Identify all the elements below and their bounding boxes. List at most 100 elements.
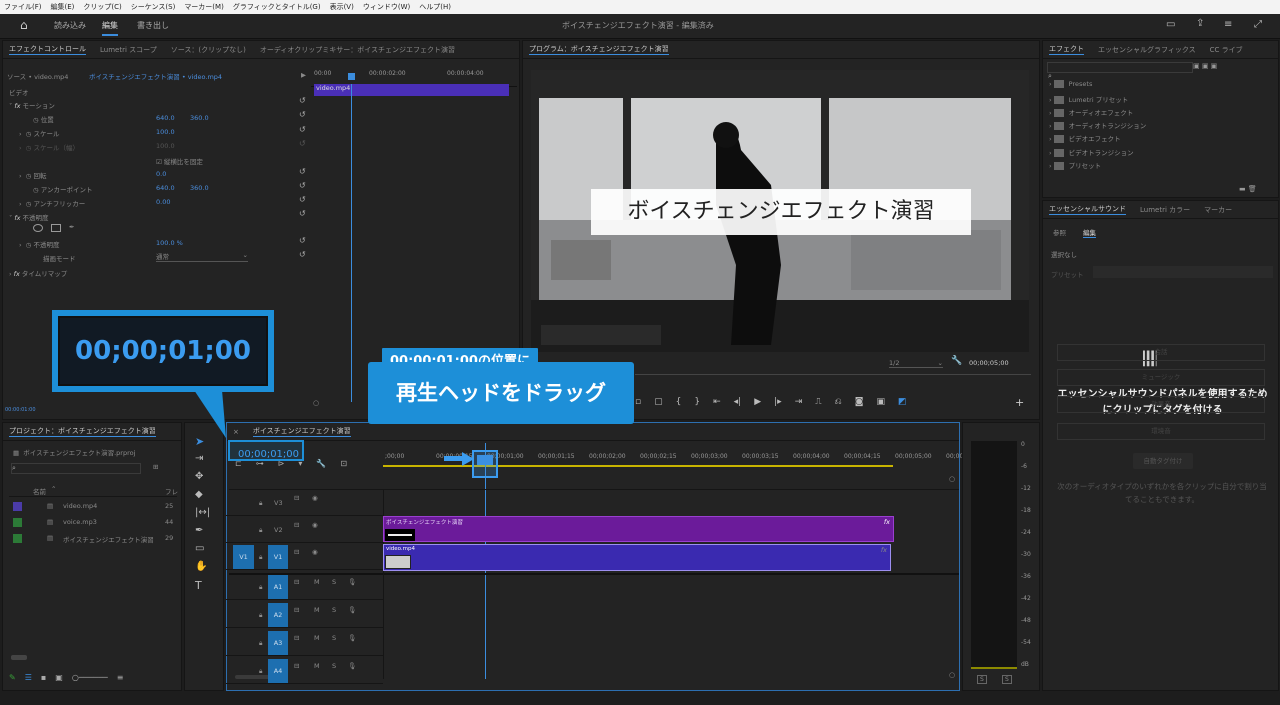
new-item-icon[interactable]: ⊞: [153, 463, 158, 471]
project-item[interactable]: ▤ ボイスチェンジエフェクト演習 29: [9, 531, 177, 547]
sync-lock-icon[interactable]: ⊟: [294, 634, 299, 642]
sort-ascending-icon[interactable]: ⌃: [51, 485, 56, 493]
pencil-icon[interactable]: ✎: [9, 673, 16, 682]
tab-project[interactable]: プロジェクト：ボイスチェンジエフェクト演習: [9, 426, 156, 437]
rectangle-tool-icon[interactable]: ▭: [195, 543, 204, 554]
menu-help[interactable]: ヘルプ(H): [419, 2, 451, 12]
pen-tool-icon[interactable]: ✒: [195, 525, 203, 536]
fullscreen-icon[interactable]: ▭: [1166, 19, 1175, 30]
mute-button[interactable]: M: [314, 634, 320, 642]
effects-item[interactable]: › オーディオエフェクト: [1049, 107, 1133, 117]
scale-row[interactable]: › ◷ スケール: [19, 128, 59, 138]
reset-icon[interactable]: ↺: [299, 167, 306, 176]
tab-cc-libraries[interactable]: CC ライブ: [1210, 45, 1243, 55]
rotation-value[interactable]: 0.0: [156, 170, 166, 178]
tab-import[interactable]: 読み込み: [54, 20, 86, 31]
blend-mode-select[interactable]: 通常 ⌄: [156, 251, 248, 262]
microphone-icon[interactable]: 🎙︎: [348, 662, 356, 670]
microphone-icon[interactable]: 🎙︎: [348, 634, 356, 642]
effects-item[interactable]: › ビデオエフェクト: [1049, 133, 1121, 143]
track-select-tool-icon[interactable]: ⇥: [195, 453, 203, 464]
vertical-zoom-icon[interactable]: ○: [949, 475, 955, 483]
scroll-handle-icon[interactable]: ○: [313, 399, 319, 407]
settings-wrench-icon[interactable]: 🔧: [951, 356, 962, 366]
time-remap-row[interactable]: › fx タイムリマップ: [9, 268, 67, 278]
track-label-a4[interactable]: A4: [268, 659, 288, 683]
music-button[interactable]: ミュージック: [1057, 369, 1265, 386]
program-time-ruler[interactable]: [635, 374, 1031, 392]
rotation-row[interactable]: › ◷ 回転: [19, 170, 46, 180]
lock-icon[interactable]: 🔒︎: [259, 583, 262, 592]
eye-icon[interactable]: ◉: [312, 521, 318, 529]
tab-timeline[interactable]: ボイスチェンジエフェクト演習: [252, 426, 351, 437]
solo-right-button[interactable]: S: [1002, 675, 1012, 684]
effects-item[interactable]: › プリセット: [1049, 160, 1101, 170]
menu-view[interactable]: 表示(V): [330, 2, 354, 12]
solo-left-button[interactable]: S: [977, 675, 987, 684]
reset-icon[interactable]: ↺: [299, 125, 306, 134]
solo-button[interactable]: S: [332, 662, 336, 670]
fx-opacity[interactable]: ˅ fx 不透明度: [9, 212, 49, 222]
effects-item[interactable]: › オーディオトランジション: [1049, 120, 1146, 130]
flicker-value[interactable]: 0.00: [156, 198, 170, 206]
vr-icon[interactable]: ◩: [898, 397, 907, 407]
column-fps[interactable]: フレ: [165, 486, 178, 496]
wrench-icon[interactable]: 🔧: [316, 459, 326, 468]
ec-playhead-handle[interactable]: [348, 73, 355, 80]
effects-item[interactable]: › ビデオトランジション: [1049, 147, 1134, 157]
tab-essential-sound[interactable]: エッセンシャルサウンド: [1049, 204, 1126, 215]
menu-clip[interactable]: クリップ(C): [83, 2, 121, 12]
go-to-out-icon[interactable]: ⇥: [795, 397, 803, 407]
track-label-a2[interactable]: A2: [268, 603, 288, 627]
effects-search-input[interactable]: ⌕: [1047, 62, 1193, 80]
captions-icon[interactable]: ⊡: [340, 459, 347, 468]
stopwatch-icon[interactable]: ◷ 位置: [33, 114, 54, 124]
microphone-icon[interactable]: 🎙︎: [348, 606, 356, 614]
reset-icon[interactable]: ↺: [299, 96, 306, 105]
extract-icon[interactable]: ⎌: [835, 397, 842, 407]
sync-lock-icon[interactable]: ⊟: [294, 662, 299, 670]
sync-lock-icon[interactable]: ⊟: [294, 578, 299, 586]
mute-button[interactable]: M: [314, 662, 320, 670]
type-tool-icon[interactable]: T: [195, 579, 202, 592]
mute-button[interactable]: M: [314, 606, 320, 614]
tab-source[interactable]: ソース：(クリップなし): [171, 45, 246, 55]
ellipse-mask-icon[interactable]: [33, 224, 43, 232]
project-file[interactable]: ▦ ボイスチェンジエフェクト演習.prproj: [13, 447, 135, 457]
hand-tool-icon[interactable]: ✋: [195, 561, 207, 572]
anchor-row[interactable]: ◷ アンカーポイント: [33, 184, 93, 194]
timeline-timecode[interactable]: 00;00;01;00: [230, 449, 299, 460]
position-x[interactable]: 640.0: [156, 114, 175, 122]
new-bin-icon[interactable]: ▬ 🗑: [1239, 185, 1257, 193]
reset-icon[interactable]: ↺: [299, 195, 306, 204]
title-overlay[interactable]: ボイスチェンジエフェクト演習: [591, 189, 971, 235]
lock-icon[interactable]: 🔒︎: [259, 526, 262, 535]
close-tab-icon[interactable]: ×: [233, 428, 239, 436]
scale-value[interactable]: 100.0: [156, 128, 175, 136]
reset-icon[interactable]: ↺: [299, 181, 306, 190]
track-label-a1[interactable]: A1: [268, 575, 288, 599]
auto-tag-button[interactable]: 自動タグ付け: [1133, 453, 1193, 469]
dialogue-button[interactable]: 会話: [1057, 344, 1265, 361]
clip-v2-graphic[interactable]: ボイスチェンジエフェクト演習 fx: [383, 516, 894, 542]
slip-tool-icon[interactable]: |↔|: [195, 507, 210, 518]
sync-lock-icon[interactable]: ⊟: [294, 606, 299, 614]
menu-file[interactable]: ファイル(F): [4, 2, 42, 12]
menu-window[interactable]: ウィンドウ(W): [363, 2, 410, 12]
zoom-slider-icon[interactable]: ○──────: [72, 673, 108, 682]
play-only-icon[interactable]: ▶: [301, 71, 306, 79]
menu-marker[interactable]: マーカー(M): [184, 2, 224, 12]
step-back-icon[interactable]: ◂|: [734, 397, 742, 407]
microphone-icon[interactable]: 🎙︎: [348, 578, 356, 586]
solo-button[interactable]: S: [332, 606, 336, 614]
opacity-row[interactable]: › ◷ 不透明度: [19, 239, 59, 249]
ec-current-time[interactable]: 00:00:01:00: [5, 407, 36, 413]
mark-out-icon[interactable]: ▫: [635, 397, 641, 407]
step-forward-icon[interactable]: |▸: [774, 397, 782, 407]
tab-program[interactable]: プログラム：ボイスチェンジエフェクト演習: [529, 44, 669, 55]
clip-v1-video[interactable]: video.mp4 fx: [383, 544, 891, 571]
column-name[interactable]: 名前: [33, 486, 46, 496]
pen-mask-icon[interactable]: ✒: [69, 223, 74, 231]
tab-effects[interactable]: エフェクト: [1049, 44, 1084, 55]
uniform-scale-checkbox[interactable]: ☑ 縦横比を固定: [156, 156, 203, 166]
